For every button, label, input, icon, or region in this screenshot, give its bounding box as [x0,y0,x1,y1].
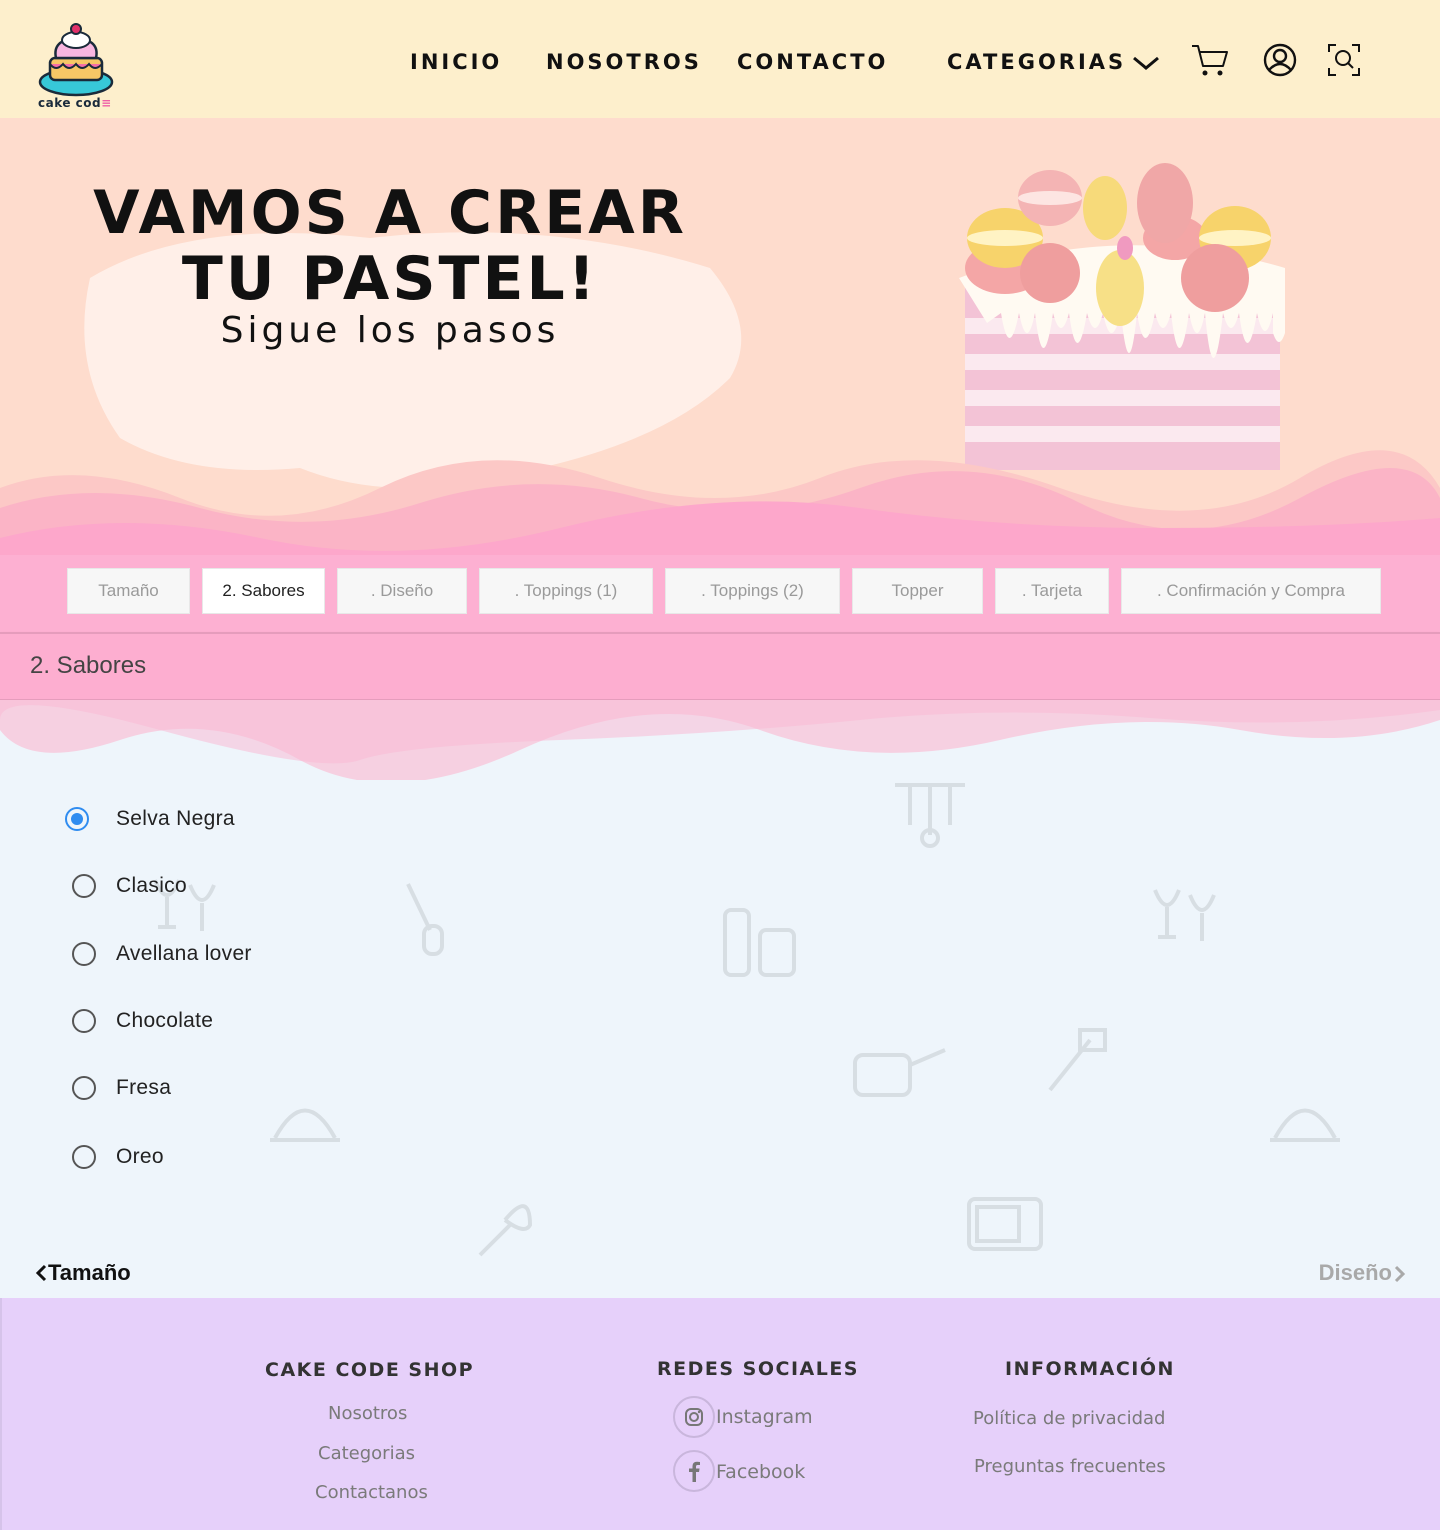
radio-unchecked-icon[interactable] [72,1009,96,1033]
spatula-icon [406,883,444,956]
microwave-icon [967,1197,1043,1251]
cloche-icon [270,1108,340,1142]
footer-heading-info: INFORMACIÓN [1005,1358,1175,1380]
bottles-icon [723,908,796,977]
footer-link-nosotros[interactable]: Nosotros [328,1403,407,1424]
nav-categorias[interactable]: CATEGORIAS [947,50,1160,74]
section-header: 2. Sabores [0,632,1440,700]
nav-contacto[interactable]: CONTACTO [737,50,888,74]
flavor-label: Oreo [116,1145,164,1168]
flavor-label: Fresa [116,1076,172,1099]
flavor-option-clasico[interactable]: Clasico [64,866,187,906]
cart-icon[interactable] [1190,40,1230,80]
mixer-icon [1048,1028,1107,1092]
instagram-icon[interactable] [673,1396,715,1438]
macaron-drip-cake-image [959,163,1285,470]
glasses-icon [1153,889,1216,941]
section-title: 2. Sabores [30,652,147,679]
footer-link-faq[interactable]: Preguntas frecuentes [974,1456,1166,1477]
radio-unchecked-icon[interactable] [72,1145,96,1169]
search-icon[interactable] [1324,40,1364,80]
cloche-icon-2 [1270,1108,1340,1142]
footer-link-categorias[interactable]: Categorias [318,1443,415,1464]
hero-subtitle: Sigue los pasos [220,310,560,351]
site-header: cake cod≡ INICIO NOSOTROS CONTACTO CATEG… [0,0,1440,118]
footer-link-privacidad[interactable]: Política de privacidad [973,1408,1165,1429]
step-tab-confirmacion[interactable]: . Confirmación y Compra [1121,568,1381,614]
facebook-icon[interactable] [673,1450,715,1492]
next-step-button[interactable]: Diseño [1319,1260,1408,1286]
hero-title: Vamos a crear tu pastel! [93,178,687,314]
pot-icon [853,1048,946,1097]
flavor-option-selva-negra[interactable]: Selva Negra [64,799,235,839]
chevron-left-icon [35,1264,47,1282]
footer-link-instagram[interactable]: Instagram [716,1406,813,1428]
nav-inicio[interactable]: INICIO [410,50,502,74]
chevron-down-icon [1133,56,1160,70]
step-tab-topper[interactable]: Topper [852,568,983,614]
flavor-option-chocolate[interactable]: Chocolate [64,1001,213,1041]
chevron-right-icon [1394,1265,1406,1283]
prev-step-button[interactable]: Tamaño [34,1260,131,1286]
radio-checked-icon[interactable] [65,807,89,831]
step-tab-sabores[interactable]: 2. Sabores [202,568,325,614]
step-tab-toppings-2[interactable]: . Toppings (2) [665,568,840,614]
whisk-icon [478,1204,533,1257]
brand-name: cake cod≡ [38,96,112,110]
step-tab-diseno[interactable]: . Diseño [337,568,467,614]
flavor-selection-panel: Selva Negra Clasico Avellana lover Choco… [0,700,1440,1298]
footer-heading-shop: CAKE CODE SHOP [265,1359,475,1381]
flavor-label: Clasico [116,874,187,897]
step-tab-tamano[interactable]: Tamaño [67,568,190,614]
step-tab-toppings-1[interactable]: . Toppings (1) [479,568,653,614]
site-footer: CAKE CODE SHOP Nosotros Categorias Conta… [0,1298,1440,1530]
wave-decoration-lower [0,700,1440,780]
radio-unchecked-icon[interactable] [72,874,96,898]
flavor-option-oreo[interactable]: Oreo [64,1137,164,1177]
footer-link-facebook[interactable]: Facebook [716,1461,805,1483]
flavor-option-avellana-lover[interactable]: Avellana lover [64,934,252,974]
step-tab-tarjeta[interactable]: . Tarjeta [995,568,1109,614]
footer-link-contactanos[interactable]: Contactanos [315,1482,428,1503]
footer-heading-social: REDES SOCIALES [657,1358,859,1380]
radio-unchecked-icon[interactable] [72,1076,96,1100]
utensils-icon [895,783,965,848]
flavor-label: Chocolate [116,1009,214,1032]
nav-nosotros[interactable]: NOSOTROS [546,50,702,74]
flavor-label: Selva Negra [116,807,235,830]
flavor-label: Avellana lover [116,942,252,965]
user-account-icon[interactable] [1260,40,1300,80]
radio-unchecked-icon[interactable] [72,942,96,966]
flavor-option-fresa[interactable]: Fresa [64,1068,171,1108]
